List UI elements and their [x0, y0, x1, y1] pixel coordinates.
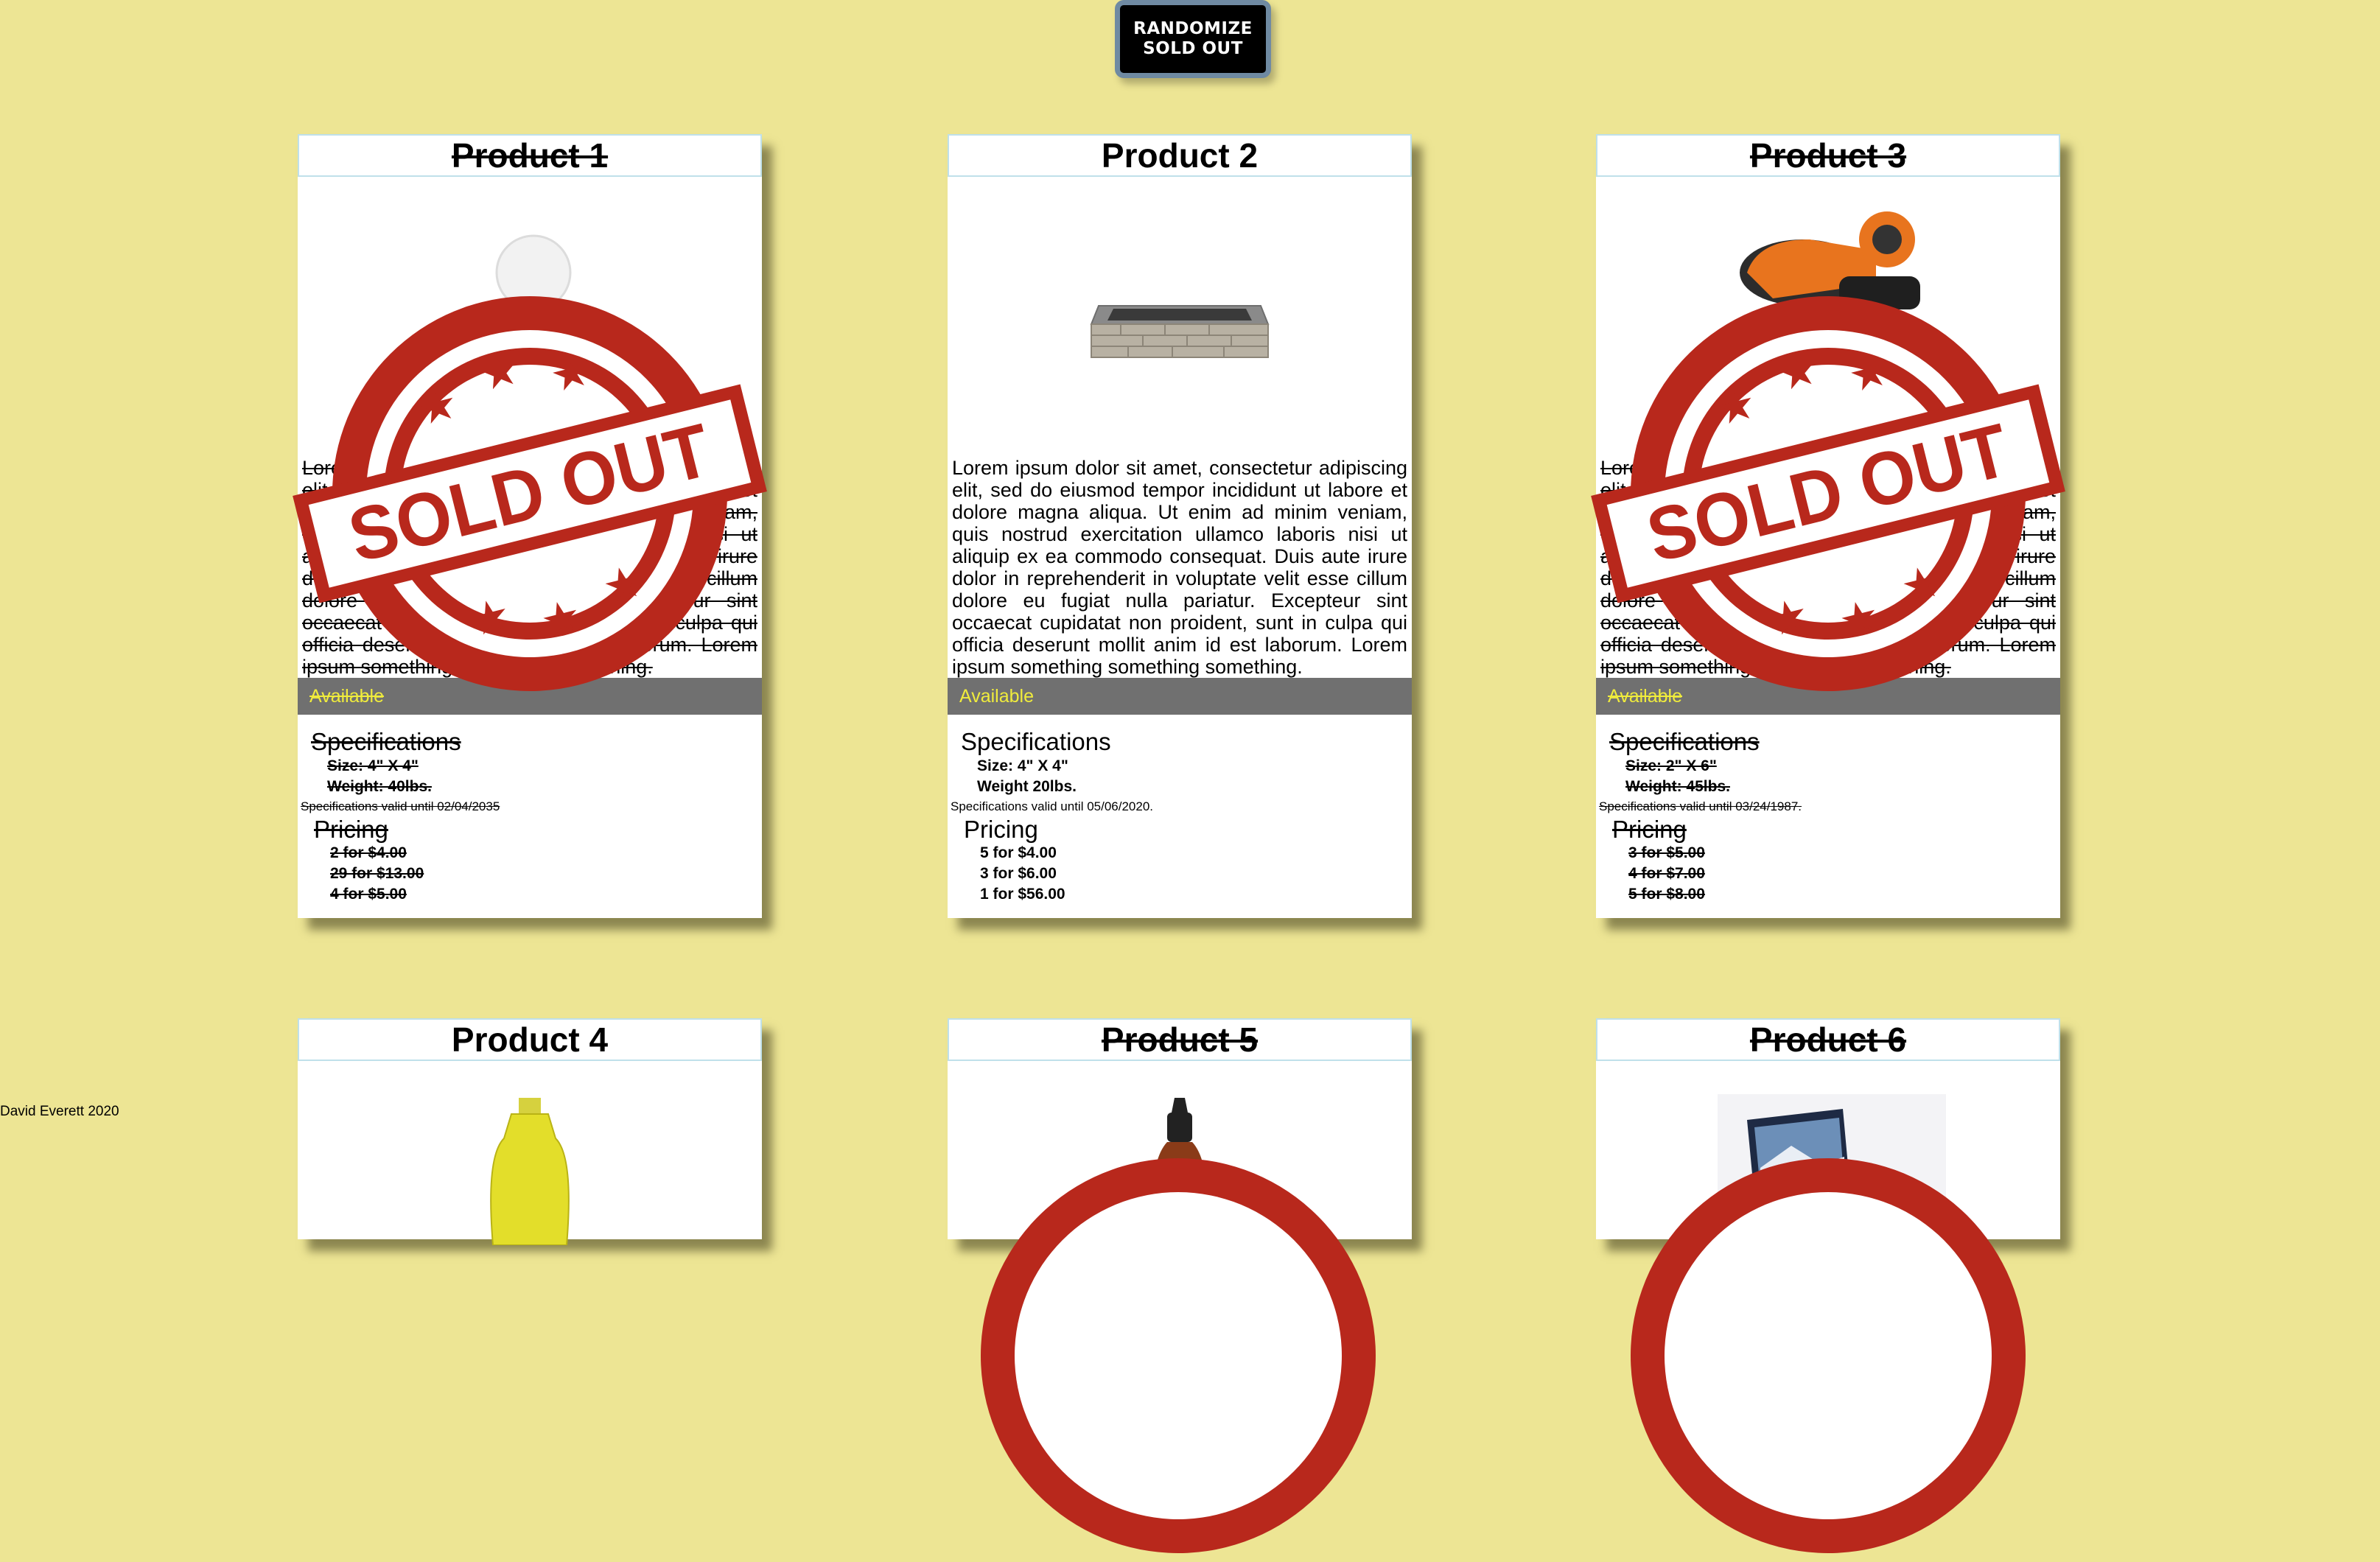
laptop-icon: [1718, 1094, 1946, 1205]
product-image: [298, 177, 762, 457]
product-image: [298, 1061, 762, 1341]
price-line: 3 for $5.00: [1628, 844, 1705, 861]
price-line: 4 for $5.00: [330, 886, 407, 903]
product-card-3: Product 3 Lorem ipsum dolor sit amet, co…: [1596, 134, 2060, 918]
price-line: 3 for $6.00: [980, 865, 1057, 882]
spec-validity: Specifications valid until 03/24/1987.: [1599, 799, 1802, 813]
randomize-button-line1: RANDOMIZE: [1133, 19, 1253, 38]
specifications-section: Specifications Size: 4" X 4" Weight 20lb…: [948, 715, 1412, 918]
spec-size: Size: 4" X 4": [327, 757, 419, 774]
specifications-heading: Specifications: [1609, 728, 1760, 755]
product-image: [948, 177, 1412, 457]
product-card-6: Product 6: [1596, 1018, 2060, 1239]
product-title: Product 2: [948, 134, 1412, 177]
light-bulb-icon: [495, 234, 572, 335]
specifications-heading: Specifications: [311, 728, 461, 755]
specifications-section: Specifications Size: 2" X 6" Weight: 45l…: [1596, 715, 2060, 918]
spec-size: Size: 4" X 4": [977, 757, 1068, 774]
product-card-4: Product 4: [298, 1018, 762, 1245]
product-title: Product 1: [298, 134, 762, 177]
pricing-heading: Pricing: [314, 816, 388, 843]
availability-bar: Available: [948, 678, 1412, 715]
product-description: Lorem ipsum dolor sit amet, consectetur …: [302, 457, 757, 678]
specifications-section: Specifications Size: 4" X 4" Weight: 40l…: [298, 715, 762, 918]
spec-weight: Weight 20lbs.: [977, 778, 1077, 795]
product-image: [948, 1061, 1412, 1341]
oil-bottle-icon: [490, 1098, 570, 1245]
product-description: Lorem ipsum dolor sit amet, consectetur …: [952, 457, 1407, 678]
spec-weight: Weight: 45lbs.: [1625, 778, 1730, 795]
product-title: Product 6: [1596, 1018, 2060, 1061]
availability-bar: Available: [298, 678, 762, 715]
price-line: 29 for $13.00: [330, 865, 424, 882]
product-image: [1596, 177, 2060, 457]
spec-size: Size: 2" X 6": [1625, 757, 1717, 774]
product-title: Product 5: [948, 1018, 1412, 1061]
pricing-heading: Pricing: [1612, 816, 1687, 843]
product-card-1: Product 1 Lorem ipsum dolor sit amet, co…: [298, 134, 762, 918]
product-card-5: Product 5: [948, 1018, 1412, 1245]
product-image: [1596, 1061, 2060, 1341]
specifications-heading: Specifications: [961, 728, 1111, 755]
price-line: 1 for $56.00: [980, 886, 1065, 903]
randomize-button-line2: SOLD OUT: [1143, 39, 1243, 58]
product-title: Product 4: [298, 1018, 762, 1061]
sauce-bottle-icon: [1152, 1098, 1208, 1245]
spec-weight: Weight: 40lbs.: [327, 778, 432, 795]
price-line: 5 for $8.00: [1628, 886, 1705, 903]
availability-bar: Available: [1596, 678, 2060, 715]
product-description: Lorem ipsum dolor sit amet, consectetur …: [1600, 457, 2056, 678]
spec-validity: Specifications valid until 05/06/2020.: [951, 799, 1154, 813]
fire-pit-icon: [1090, 305, 1270, 358]
price-line: 4 for $7.00: [1628, 865, 1705, 882]
randomize-sold-out-button[interactable]: RANDOMIZE SOLD OUT: [1115, 0, 1271, 78]
power-sander-icon: [1740, 211, 1920, 309]
spec-validity: Specifications valid until 02/04/2035: [301, 799, 500, 813]
footer-credit: David Everett 2020: [0, 1104, 119, 1119]
product-title: Product 3: [1596, 134, 2060, 177]
price-line: 5 for $4.00: [980, 844, 1057, 861]
pricing-heading: Pricing: [964, 816, 1038, 843]
price-line: 2 for $4.00: [330, 844, 407, 861]
product-card-2: Product 2 Lorem ipsum dolor sit amet, co…: [948, 134, 1412, 918]
